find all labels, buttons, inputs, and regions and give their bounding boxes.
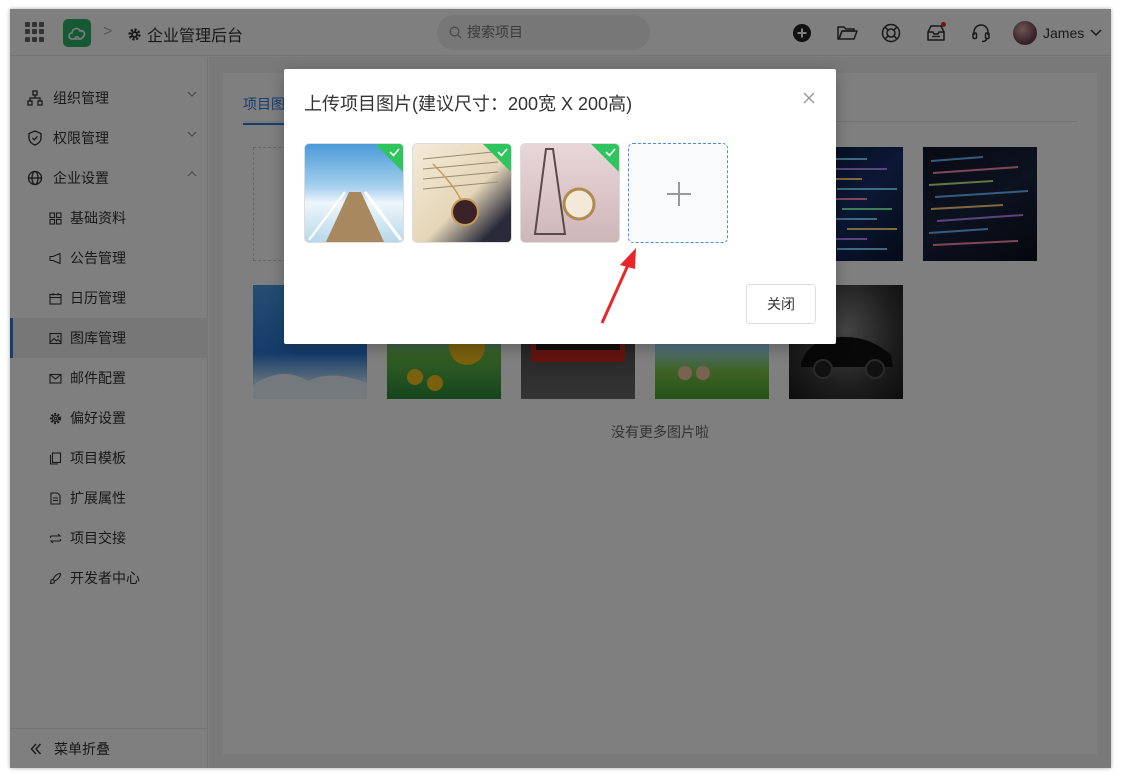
check-icon xyxy=(483,144,511,172)
close-button[interactable]: 关闭 xyxy=(746,284,816,324)
annotation-arrow-icon xyxy=(600,248,636,324)
check-icon xyxy=(375,144,403,172)
upload-image-modal: 上传项目图片(建议尺寸：200宽 X 200高) 关闭 xyxy=(284,69,836,344)
check-icon xyxy=(591,144,619,172)
app-window: > 企业管理后台 James 组织管理 权限管理 xyxy=(10,9,1111,768)
close-icon[interactable] xyxy=(802,91,816,105)
uploaded-image-eiffel-clock[interactable] xyxy=(520,143,620,243)
add-image-button[interactable] xyxy=(628,143,728,243)
uploaded-image-pier[interactable] xyxy=(304,143,404,243)
modal-title: 上传项目图片(建议尺寸：200宽 X 200高) xyxy=(304,94,633,114)
uploaded-image-pocketwatch-book[interactable] xyxy=(412,143,512,243)
